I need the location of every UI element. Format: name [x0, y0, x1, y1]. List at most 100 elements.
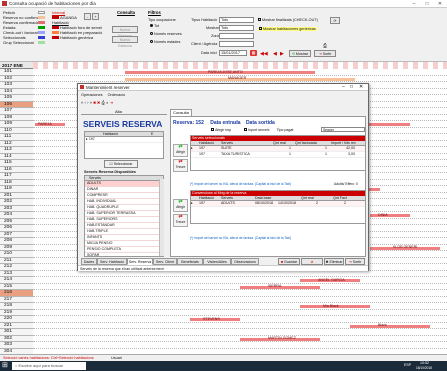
- habitacio-row[interactable]: ▸ 197: [85, 137, 163, 143]
- conv-row[interactable]: ▸ 197 ADULTS 08/10/2018 14/10/2018 2 2: [191, 201, 365, 207]
- reservation-bar[interactable]: [370, 214, 410, 217]
- tab-dades[interactable]: Dades: [81, 258, 97, 265]
- import-serveix-label: Inport serveix: [248, 128, 270, 132]
- windows-start-icon[interactable]: ⊞: [2, 362, 8, 370]
- close-button[interactable]: ✕: [434, 0, 446, 8]
- right-panel: Reserva: 152 Data entrada Data sortida A…: [170, 116, 366, 257]
- radio-tot[interactable]: Tot: [150, 24, 159, 28]
- swatch-estada: [38, 26, 45, 29]
- refresh-button[interactable]: ⟳: [330, 17, 340, 24]
- grid-row-line: [33, 308, 447, 310]
- tipus-habitacio-select[interactable]: Tots: [219, 17, 254, 23]
- maximize-button[interactable]: □: [421, 0, 433, 8]
- grid-row-line: [33, 315, 447, 316]
- dialog-minimize-button[interactable]: –: [342, 84, 345, 90]
- last-record-button[interactable]: »: [90, 100, 92, 105]
- prev-arrows-icon[interactable]: ◀◀: [260, 51, 268, 57]
- next-record-button[interactable]: ›: [87, 100, 88, 105]
- swatch-seleccionats: [38, 36, 45, 39]
- status-bar: Selecció varies habitacions: Ctrl+Selecc…: [0, 354, 447, 361]
- reservation-bar[interactable]: [350, 324, 430, 328]
- e-col-header: E: [151, 132, 154, 136]
- prev-record-button[interactable]: ‹: [85, 100, 86, 105]
- hab-value: 197: [88, 137, 95, 141]
- delete-icon[interactable]: ✖: [97, 100, 101, 105]
- legend-item: Grup Seleccionat: [3, 40, 34, 45]
- swatch-grup: [38, 41, 45, 44]
- eliminar-button[interactable]: ✖ Eliminar: [324, 258, 344, 265]
- app-icon: [2, 1, 7, 6]
- tipus-pagat-label: Tipo pagat: [276, 128, 294, 132]
- treure-button-2[interactable]: ⇄ Treure: [173, 214, 188, 227]
- treure-button[interactable]: ⇄ Treure: [173, 159, 188, 172]
- filtros-link[interactable]: Filtros: [148, 10, 161, 15]
- prev-arrow-icon[interactable]: ◀: [273, 51, 277, 57]
- tab-observacions[interactable]: Observacions: [231, 258, 259, 265]
- consulta-link[interactable]: Consulta: [117, 10, 135, 15]
- save-icon[interactable]: ■: [93, 100, 96, 105]
- zoom-in-button[interactable]: +: [92, 13, 99, 20]
- alta-label: Alta: [115, 109, 122, 114]
- data-sortida-label: Data sortida: [245, 120, 275, 126]
- print-icon[interactable]: ⎙: [102, 100, 105, 105]
- seleccionar-button[interactable]: ☑ Seleccionar: [104, 160, 138, 168]
- hab-col-header: Habitació: [103, 132, 118, 136]
- menu-ordenacio[interactable]: Ordenació: [108, 93, 126, 97]
- data-inici-input[interactable]: 15/01/2017: [219, 50, 247, 56]
- first-record-button[interactable]: «: [81, 100, 83, 105]
- zoom-out-button[interactable]: -: [84, 13, 91, 20]
- tab-serv-habitacio[interactable]: Serv. Habitació: [97, 258, 127, 265]
- printer-icon[interactable]: ⎙: [323, 43, 327, 49]
- sortir-button[interactable]: ⇥ Sortir: [314, 50, 336, 57]
- habitacio-table: Habitació E ▸ 197: [84, 131, 164, 159]
- serveis-seleccionats-section: Serveis seleccionats Habitació Serveis Qnt…: [190, 135, 366, 171]
- grid-row-line: [33, 81, 447, 82]
- minimize-button[interactable]: –: [408, 0, 420, 8]
- tipus-pagat-select[interactable]: Seguer: [321, 127, 365, 132]
- search-icon[interactable]: ⌕: [106, 100, 108, 105]
- tab-serv-client[interactable]: Serv. Client: [153, 258, 177, 265]
- nueva-reserva-button[interactable]: Nueva Reserva: [112, 26, 138, 38]
- radio-nomes-estades[interactable]: Només estades: [150, 40, 180, 44]
- client-agencia-input[interactable]: [219, 41, 254, 47]
- tab-visites-altes[interactable]: Visites/Altes: [203, 258, 231, 265]
- grid-row-line: [33, 289, 447, 290]
- menu-operaciones[interactable]: Operaciones: [81, 93, 103, 97]
- tipo-ocupacion-label: Tipo ocupacione: [148, 18, 176, 22]
- warning-2: (*) Import del servei no IVA, afecci de …: [190, 236, 292, 240]
- adults-efferc: Adults/ Efferc: 0: [334, 182, 358, 186]
- afegir-button[interactable]: ⇄ Afegir: [173, 144, 188, 157]
- reservation-label: STEVENS: [203, 316, 220, 321]
- radio-nomes-reserves[interactable]: Només reserves: [150, 32, 182, 36]
- tab-beneficiats[interactable]: Beneficiats: [177, 258, 203, 265]
- mostrar-finalitzats-checkbox[interactable]: Mostrar finalitzats (CHECK-OUT): [258, 18, 318, 22]
- window-titlebar: Consulta ocupació de habitaciones por dí…: [0, 0, 447, 8]
- next-arrow-icon[interactable]: ▶: [280, 51, 284, 57]
- mostrar-label: Mostrar: [206, 26, 219, 30]
- dialog-sortir-button[interactable]: ⇥ Sortir: [345, 258, 365, 265]
- grid-row-line: [33, 276, 447, 277]
- dialog-toolbar: « ‹ › » ■ ✖ ⎙ ⌕ ⇥: [81, 100, 113, 105]
- dialog-maximize-button[interactable]: □: [350, 84, 353, 90]
- serveis-scrollbar[interactable]: [159, 179, 164, 256]
- servei-item[interactable]: SOPAR: [85, 253, 163, 256]
- afegir-button-2[interactable]: ⇄ Afegir: [173, 199, 188, 212]
- mostrar-genericas-checkbox[interactable]: Mostrar habitaciones genéricas: [258, 27, 317, 31]
- nueva-estancia-button[interactable]: Nueva Estancia: [112, 36, 138, 48]
- tab-serv-reserva[interactable]: Serv. Reserva: [127, 258, 153, 265]
- guardar-button[interactable]: ■ Guardar: [278, 258, 300, 265]
- tab-consulta[interactable]: Consulta: [170, 109, 192, 116]
- taskbar-search[interactable]: ○ Escribe aquí para buscar: [12, 362, 86, 370]
- exit-icon[interactable]: ⇥: [110, 100, 114, 105]
- dialog-title: Mantenimient reserver: [86, 85, 130, 90]
- convencions-section: Convencions al Mng de la reserva Habitac…: [190, 190, 366, 224]
- cancel-button[interactable]: ⊘ Cancel·lar: [301, 258, 323, 270]
- dialog-close-button[interactable]: ✕: [359, 84, 363, 90]
- mostrar-select[interactable]: Tots: [219, 25, 254, 31]
- calendar-icon[interactable]: ▦: [250, 50, 257, 56]
- sel-row[interactable]: 197 TAXA TURISTICA 1 1 3,00: [191, 152, 365, 158]
- window-title: Consulta ocupació de habitaciones por dí…: [9, 1, 96, 6]
- swatch-confirmada: [38, 21, 45, 24]
- mostrar-button[interactable]: ⟲ Mostrar: [289, 50, 311, 57]
- zona-input[interactable]: [219, 33, 254, 39]
